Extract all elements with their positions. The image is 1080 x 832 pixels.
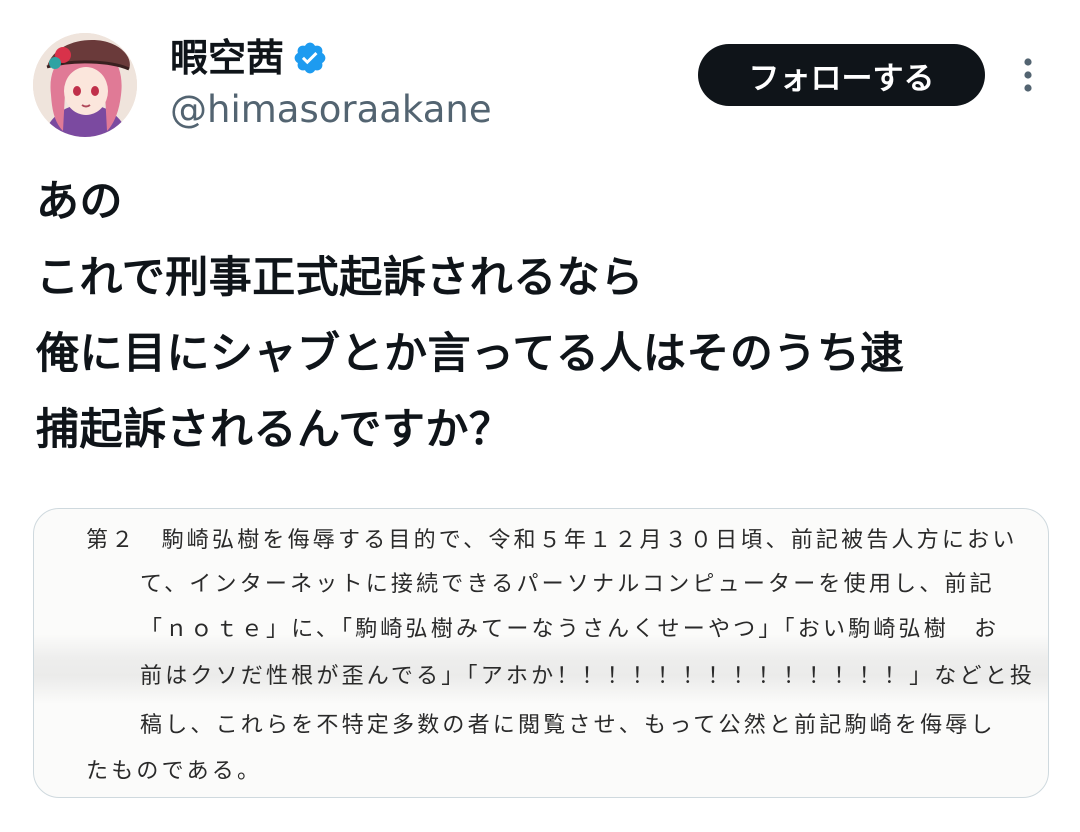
- more-options-button[interactable]: [1010, 52, 1046, 98]
- user-handle[interactable]: @himasoraakane: [170, 86, 492, 134]
- document-line: 第２ 駒崎弘樹を侮辱する目的で、令和５年１２月３０日頃、前記被告人方におい: [86, 528, 1018, 553]
- attached-image[interactable]: 第２ 駒崎弘樹を侮辱する目的で、令和５年１２月３０日頃、前記被告人方におい て、…: [33, 508, 1049, 798]
- tweet-text-line: あの: [36, 177, 123, 227]
- document-line: 「ｎｏｔｅ」に、「駒崎弘樹みてーなうさんくせーやつ」「おい駒崎弘樹 お: [140, 617, 1000, 642]
- document-line: 前はクソだ性根が歪んでる」「アホか！！！！！！！！！！！！！！」などと投: [140, 664, 1036, 689]
- tweet-text-line: 俺に目にシャブとか言ってる人はそのうち逮: [36, 329, 904, 379]
- display-name[interactable]: 暇空茜: [170, 33, 284, 83]
- more-dots-icon: [1024, 58, 1032, 92]
- document-line: たものである。: [86, 759, 263, 784]
- tweet-text: あの これで刑事正式起訴されるなら 俺に目にシャブとか言ってる人はそのうち逮 捕…: [36, 164, 1046, 468]
- verified-badge-icon: [294, 42, 326, 74]
- avatar[interactable]: [33, 33, 137, 137]
- document-line: 稿し、これらを不特定多数の者に閲覧させ、もって公然と前記駒崎を侮辱し: [140, 713, 996, 738]
- tweet-text-line: 捕起訴されるんですか？: [36, 405, 513, 455]
- follow-button[interactable]: フォローする: [698, 44, 985, 106]
- document-line: て、インターネットに接続できるパーソナルコンピューターを使用し、前記: [140, 572, 995, 597]
- author-name-row[interactable]: 暇空茜: [170, 33, 328, 83]
- tweet-text-line: これで刑事正式起訴されるなら: [36, 253, 644, 303]
- scanned-document: 第２ 駒崎弘樹を侮辱する目的で、令和５年１２月３０日頃、前記被告人方におい て、…: [34, 509, 1048, 797]
